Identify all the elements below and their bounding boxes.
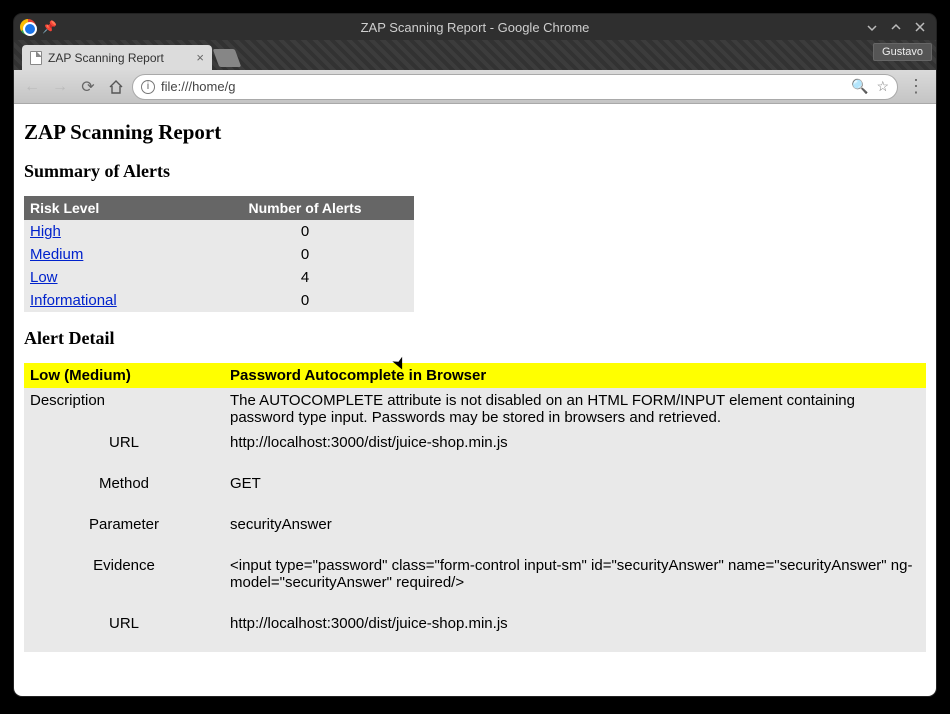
detail-row: URLhttp://localhost:3000/dist/juice-shop… (24, 430, 926, 471)
reload-button[interactable]: ⟳ (76, 75, 100, 99)
alert-detail-table: Low (Medium) Password Autocomplete in Br… (24, 363, 926, 652)
detail-value: http://localhost:3000/dist/juice-shop.mi… (224, 611, 926, 652)
detail-row: DescriptionThe AUTOCOMPLETE attribute is… (24, 388, 926, 430)
risk-count: 0 (196, 243, 414, 266)
summary-col-risk: Risk Level (24, 196, 196, 220)
page-title: ZAP Scanning Report (24, 120, 926, 145)
alert-risk: Low (Medium) (24, 363, 224, 388)
detail-label: URL (24, 430, 224, 471)
detail-row: MethodGET (24, 471, 926, 512)
close-button[interactable] (912, 19, 928, 35)
detail-label: Parameter (24, 512, 224, 553)
file-icon (30, 51, 42, 65)
browser-tab[interactable]: ZAP Scanning Report × (22, 45, 212, 70)
profile-chip[interactable]: Gustavo (873, 43, 932, 61)
summary-row: High 0 (24, 220, 414, 243)
summary-row: Informational 0 (24, 289, 414, 312)
site-info-icon[interactable]: i (141, 80, 155, 94)
summary-col-count: Number of Alerts (196, 196, 414, 220)
summary-heading: Summary of Alerts (24, 161, 926, 182)
detail-value: GET (224, 471, 926, 512)
risk-link[interactable]: Medium (30, 246, 83, 263)
back-button[interactable]: ← (20, 75, 44, 99)
summary-row: Medium 0 (24, 243, 414, 266)
detail-label: Evidence (24, 553, 224, 611)
summary-row: Low 4 (24, 266, 414, 289)
summary-table: Risk Level Number of Alerts High 0 Medium 0… (24, 196, 414, 312)
titlebar: 📌 ZAP Scanning Report - Google Chrome (14, 14, 936, 40)
toolbar: ← → ⟳ i file:///home/g 🔍 ☆ ⋮ (14, 70, 936, 104)
detail-value: The AUTOCOMPLETE attribute is not disabl… (224, 388, 926, 430)
risk-link[interactable]: Low (30, 269, 58, 286)
detail-value: securityAnswer (224, 512, 926, 553)
alert-name: Password Autocomplete in Browser (224, 363, 926, 388)
forward-button[interactable]: → (48, 75, 72, 99)
pin-icon: 📌 (42, 20, 57, 34)
detail-row: Evidence<input type="password" class="fo… (24, 553, 926, 611)
tab-strip: ZAP Scanning Report × Gustavo (14, 40, 936, 70)
bookmark-icon[interactable]: ☆ (876, 78, 889, 95)
url-text: file:///home/g (161, 79, 845, 94)
detail-label: Method (24, 471, 224, 512)
new-tab-button[interactable] (213, 49, 242, 67)
minimize-button[interactable] (864, 19, 880, 35)
tab-close-button[interactable]: × (196, 50, 204, 65)
risk-link[interactable]: High (30, 223, 61, 240)
chrome-menu-button[interactable]: ⋮ (902, 74, 930, 100)
zoom-icon[interactable]: 🔍 (851, 78, 868, 95)
detail-label: Description (24, 388, 224, 430)
detail-row: ParametersecurityAnswer (24, 512, 926, 553)
home-button[interactable] (104, 75, 128, 99)
risk-count: 4 (196, 266, 414, 289)
maximize-button[interactable] (888, 19, 904, 35)
detail-value: <input type="password" class="form-contr… (224, 553, 926, 611)
detail-label: URL (24, 611, 224, 652)
window-title: ZAP Scanning Report - Google Chrome (14, 20, 936, 35)
viewport[interactable]: ZAP Scanning Report Summary of Alerts Ri… (14, 104, 936, 696)
detail-value: http://localhost:3000/dist/juice-shop.mi… (224, 430, 926, 471)
risk-link[interactable]: Informational (30, 292, 117, 309)
detail-heading: Alert Detail (24, 328, 926, 349)
risk-count: 0 (196, 289, 414, 312)
chrome-icon (20, 19, 36, 35)
detail-row: URLhttp://localhost:3000/dist/juice-shop… (24, 611, 926, 652)
tab-title: ZAP Scanning Report (48, 51, 190, 65)
address-bar[interactable]: i file:///home/g 🔍 ☆ (132, 74, 898, 100)
risk-count: 0 (196, 220, 414, 243)
